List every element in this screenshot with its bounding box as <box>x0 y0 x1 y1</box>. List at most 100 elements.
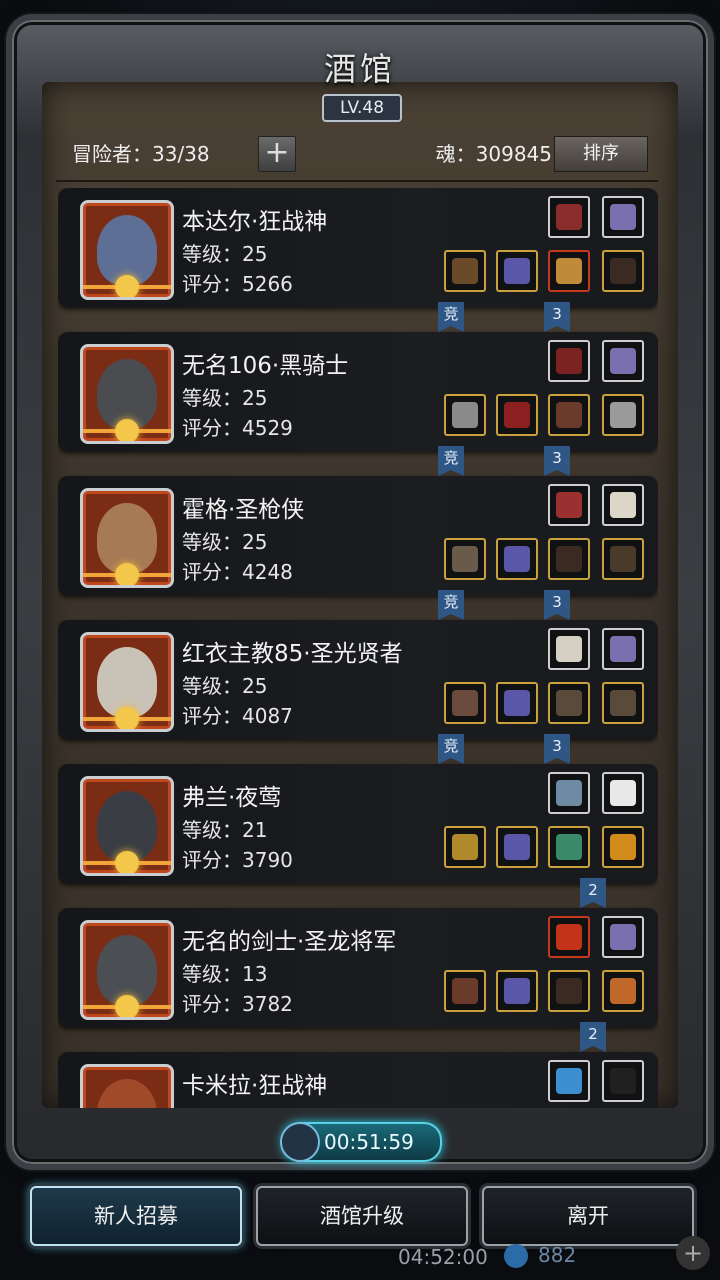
hero-card[interactable]: 霍格·圣枪侠 等级：25 评分：4248 <box>58 476 658 596</box>
hero-level: 等级：21 <box>182 818 268 842</box>
background-hud: 04:52:00 882 + <box>0 1236 720 1280</box>
equipment-slot[interactable] <box>444 826 486 868</box>
item-icon <box>452 546 478 572</box>
hero-card[interactable]: 无名106·黑骑士 等级：25 评分：4529 <box>58 332 658 452</box>
equipment-slot[interactable] <box>548 1060 590 1102</box>
equipment-slot[interactable] <box>602 772 644 814</box>
hero-portrait[interactable] <box>80 632 174 732</box>
equipment-slot[interactable] <box>444 394 486 436</box>
equipment-slot[interactable] <box>548 970 590 1012</box>
equipment-slot[interactable] <box>548 340 590 382</box>
hero-portrait[interactable] <box>80 920 174 1020</box>
equipment-slot[interactable] <box>602 250 644 292</box>
hero-card[interactable]: 弗兰·夜莺 等级：21 评分：3790 <box>58 764 658 884</box>
equipment-slot[interactable] <box>602 970 644 1012</box>
item-icon <box>610 348 636 374</box>
item-icon <box>610 780 636 806</box>
item-icon <box>610 834 636 860</box>
hero-tag: 2 <box>580 1022 606 1052</box>
equipment-slot[interactable] <box>444 970 486 1012</box>
hero-score: 评分：4248 <box>182 560 293 584</box>
hero-card[interactable]: 红衣主教85·圣光贤者 等级：25 评分：4087 <box>58 620 658 740</box>
item-icon <box>452 978 478 1004</box>
item-icon <box>452 690 478 716</box>
equipment-slot[interactable] <box>548 538 590 580</box>
moon-icon <box>115 851 139 873</box>
equipment-slot[interactable] <box>602 340 644 382</box>
item-icon <box>452 402 478 428</box>
equipment-slot[interactable] <box>548 250 590 292</box>
upgrade-tavern-button[interactable]: 酒馆升级 <box>256 1186 468 1246</box>
item-icon <box>610 492 636 518</box>
hero-tag: 3 <box>544 590 570 620</box>
item-icon <box>504 690 530 716</box>
item-icon <box>610 1068 636 1094</box>
hero-tag: 3 <box>544 446 570 476</box>
equipment-slot[interactable] <box>496 250 538 292</box>
item-icon <box>556 546 582 572</box>
item-icon <box>504 834 530 860</box>
equipment-slot[interactable] <box>548 772 590 814</box>
equipment-slot[interactable] <box>444 538 486 580</box>
item-icon <box>556 204 582 230</box>
hero-card[interactable]: 无名的剑士·圣龙将军 等级：13 评分：3782 <box>58 908 658 1028</box>
hero-portrait[interactable] <box>80 344 174 444</box>
hero-portrait[interactable] <box>80 200 174 300</box>
window-title: 酒馆 <box>323 50 396 88</box>
hero-score: 评分：4087 <box>182 704 293 728</box>
equipment-slot[interactable] <box>496 394 538 436</box>
hero-face <box>97 1079 157 1108</box>
sort-button[interactable]: 排序 <box>554 136 648 172</box>
hero-level: 等级：25 <box>182 386 268 410</box>
equipment-slot[interactable] <box>444 682 486 724</box>
item-icon <box>556 978 582 1004</box>
equipment-slot[interactable] <box>602 1060 644 1102</box>
equipment-slot[interactable] <box>602 916 644 958</box>
item-icon <box>452 258 478 284</box>
equipment-slot[interactable] <box>548 394 590 436</box>
moon-icon <box>115 419 139 441</box>
item-icon <box>556 834 582 860</box>
equipment-slot[interactable] <box>496 682 538 724</box>
item-icon <box>556 636 582 662</box>
equipment-slot[interactable] <box>496 826 538 868</box>
equipment-slot[interactable] <box>548 826 590 868</box>
equipment-slot[interactable] <box>602 538 644 580</box>
equipment-slot[interactable] <box>444 250 486 292</box>
equipment-slot[interactable] <box>548 484 590 526</box>
hero-score: 评分：3790 <box>182 848 293 872</box>
hud-plus-button[interactable]: + <box>676 1236 710 1270</box>
item-icon <box>610 924 636 950</box>
equipment-slot[interactable] <box>602 484 644 526</box>
timer-text: 00:51:59 <box>324 1130 414 1154</box>
equipment-slot[interactable] <box>602 628 644 670</box>
hero-card[interactable]: 卡米拉·狂战神 <box>58 1052 658 1108</box>
hero-portrait[interactable] <box>80 488 174 588</box>
hud-gems: 882 <box>538 1243 577 1267</box>
equipment-slot[interactable] <box>548 916 590 958</box>
hero-tag: 竞 <box>438 590 464 620</box>
equipment-slot[interactable] <box>496 538 538 580</box>
equipment-slot[interactable] <box>602 826 644 868</box>
hero-score: 评分：4529 <box>182 416 293 440</box>
hero-portrait[interactable] <box>80 776 174 876</box>
hud-time: 04:52:00 <box>398 1245 488 1269</box>
tavern-level-badge: LV.48 <box>322 94 402 122</box>
hero-list[interactable]: 本达尔·狂战神 等级：25 评分：5266 竞 3 无名106·黑骑士 等级：25… <box>58 188 658 1108</box>
equipment-slot[interactable] <box>602 196 644 238</box>
equipment-slot[interactable] <box>548 196 590 238</box>
item-icon <box>610 402 636 428</box>
hero-name: 霍格·圣枪侠 <box>182 497 305 523</box>
equipment-slot[interactable] <box>602 394 644 436</box>
add-slot-button[interactable]: + <box>258 136 296 172</box>
equipment-slot[interactable] <box>602 682 644 724</box>
equipment-slot[interactable] <box>496 970 538 1012</box>
leave-button[interactable]: 离开 <box>482 1186 694 1246</box>
equipment-slot[interactable] <box>548 628 590 670</box>
equipment-slot[interactable] <box>548 682 590 724</box>
hero-card[interactable]: 本达尔·狂战神 等级：25 评分：5266 <box>58 188 658 308</box>
hero-tag: 3 <box>544 734 570 764</box>
recruit-button[interactable]: 新人招募 <box>30 1186 242 1246</box>
hero-tag: 竞 <box>438 446 464 476</box>
hero-portrait[interactable] <box>80 1064 174 1108</box>
